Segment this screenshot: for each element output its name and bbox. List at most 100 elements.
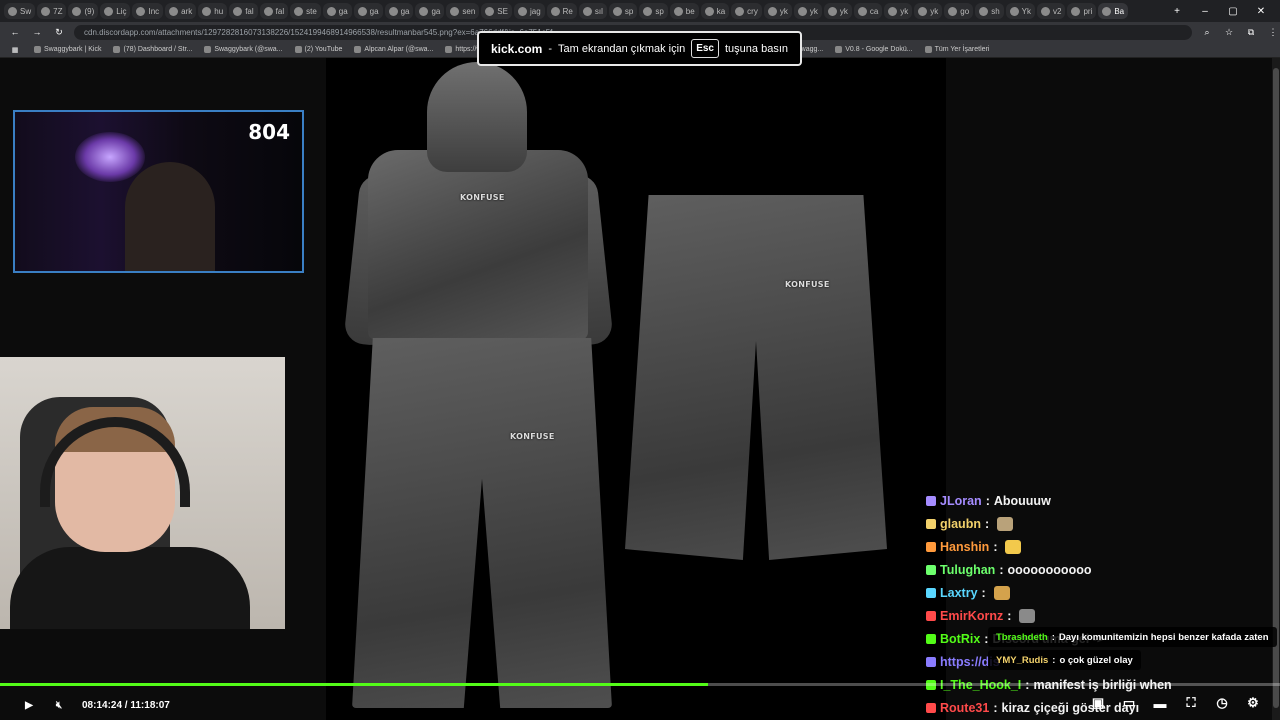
browser-tab[interactable]: Inc [132,3,164,19]
fullscreen-exit-icon[interactable]: ⛶ [1184,695,1198,710]
bookmark-item[interactable]: (2) YouTube [294,46,342,53]
tab-label: Yk [1021,6,1031,16]
browser-tab[interactable]: ga [322,3,352,19]
bookmark-item[interactable]: Tüm Yer İşaretleri [924,46,989,53]
tab-label: yk [900,6,909,16]
browser-tab[interactable]: SE [481,3,512,19]
apps-grid-icon[interactable]: ▦ [8,43,22,57]
browser-tab[interactable]: ga [384,3,414,19]
reload-icon[interactable]: ↻ [52,25,66,39]
chat-colon: : [993,540,998,554]
tab-favicon-icon [857,6,867,16]
chat-badge-icon [926,588,936,598]
video-progress-bar[interactable] [0,683,1280,686]
viewer-count: 804 [248,120,290,144]
tab-favicon-icon [169,6,179,16]
tab-label: yk [839,6,848,16]
browser-tab[interactable]: hu [198,3,228,19]
forward-icon[interactable]: → [30,25,44,39]
settings-gear-icon[interactable]: ⚙ [1246,695,1260,710]
maximize-icon[interactable]: ▢ [1226,4,1240,18]
bookmark-item[interactable]: Alpcan Alpar (@swa... [354,46,433,53]
chat-username[interactable]: Hanshin [940,540,989,554]
browser-tab[interactable]: cry [731,3,762,19]
tab-favicon-icon [918,6,928,16]
browser-tab[interactable]: 7Z [37,3,67,19]
chat-username[interactable]: Tulughan [940,563,995,577]
bookmark-item[interactable]: V0.8 - Google Dokü... [835,46,913,53]
lamp-glow [75,132,145,182]
tab-favicon-icon [643,6,653,16]
bookmark-star-icon[interactable]: ☆ [1222,25,1236,39]
zoom-icon[interactable]: ⌕ [1200,25,1214,39]
browser-tab[interactable]: fal [259,3,289,19]
browser-tab[interactable]: jag [513,3,545,19]
browser-tab[interactable]: (9) [68,3,99,19]
browser-tab[interactable]: fal [229,3,258,19]
browser-tab[interactable]: sen [446,3,480,19]
popup-username[interactable]: Tbrashdeth [996,632,1048,643]
browser-tab[interactable]: Ba [1098,3,1129,19]
minimize-icon[interactable]: – [1198,4,1212,18]
browser-tab[interactable]: ste [290,3,321,19]
browser-tab[interactable]: ga [415,3,445,19]
tab-favicon-icon [485,6,495,16]
tab-label: sp [624,6,634,16]
browser-tab[interactable]: sıl [578,3,607,19]
bookmark-item[interactable]: Swaggybark | Kick [34,46,101,53]
clip-icon[interactable]: ▣ [1091,695,1105,710]
browser-tab[interactable]: yk [793,3,822,19]
tab-label: ga [369,6,379,16]
speed-icon[interactable]: ◷ [1215,695,1229,710]
browser-tab[interactable]: sh [975,3,1004,19]
chat-emote-icon [993,586,1010,600]
browser-tab[interactable]: yk [763,3,792,19]
chat-emote-icon [997,517,1014,531]
mute-icon[interactable]: 🔇︎ [52,698,66,712]
popup-username[interactable]: YMY_Rudis [996,655,1048,666]
tab-favicon-icon [357,6,367,16]
chat-username[interactable]: Laxtry [940,586,978,600]
browser-tab[interactable]: ga [353,3,383,19]
new-tab-icon[interactable]: + [1170,4,1184,18]
hoodie-hood [427,62,527,172]
browser-tab[interactable]: v2 [1036,3,1066,19]
menu-icon[interactable]: ⋮ [1266,25,1280,39]
tab-label: Ba [1114,6,1125,16]
play-icon[interactable]: ▶ [22,698,36,712]
chat-emote-icon [1005,540,1022,554]
tab-label: Sw [20,6,32,16]
browser-tab[interactable]: ark [165,3,197,19]
theater-mode-icon[interactable]: ▬ [1153,696,1167,711]
browser-tab[interactable]: yk [914,3,943,19]
browser-tab[interactable]: sp [639,3,668,19]
chat-toggle-icon[interactable]: ▭ [1122,695,1136,710]
chat-username[interactable]: BotRix [940,632,980,646]
tab-label: be [685,6,695,16]
browser-tab[interactable]: go [944,3,974,19]
browser-tab[interactable]: yk [823,3,852,19]
bookmark-item[interactable]: (78) Dashboard / Str... [113,46,192,53]
browser-tab[interactable]: Re [546,3,577,19]
browser-tab[interactable]: pri [1067,3,1097,19]
back-icon[interactable]: ← [8,25,22,39]
browser-tab[interactable]: sp [608,3,638,19]
browser-tab[interactable]: ca [853,3,883,19]
chat-username[interactable]: glaubn [940,517,981,531]
tab-favicon-icon [233,6,243,16]
browser-tab[interactable]: Yk [1005,3,1035,19]
tab-label: SE [497,6,508,16]
tab-label: sıl [594,6,603,16]
close-window-icon[interactable]: ✕ [1254,4,1268,18]
browser-tab[interactable]: Liç [100,3,131,19]
extensions-icon[interactable]: ⧉ [1244,25,1258,39]
browser-tab[interactable]: ka [700,3,730,19]
tab-label: sen [462,6,476,16]
chat-username[interactable]: JLoran [940,494,982,508]
browser-tab[interactable]: yk [884,3,913,19]
chat-username[interactable]: EmirKornz [940,609,1003,623]
tab-favicon-icon [1071,6,1081,16]
browser-tab[interactable]: be [669,3,699,19]
bookmark-item[interactable]: Swaggybark (@swa... [204,46,283,53]
browser-tab[interactable]: Sw [4,3,36,19]
